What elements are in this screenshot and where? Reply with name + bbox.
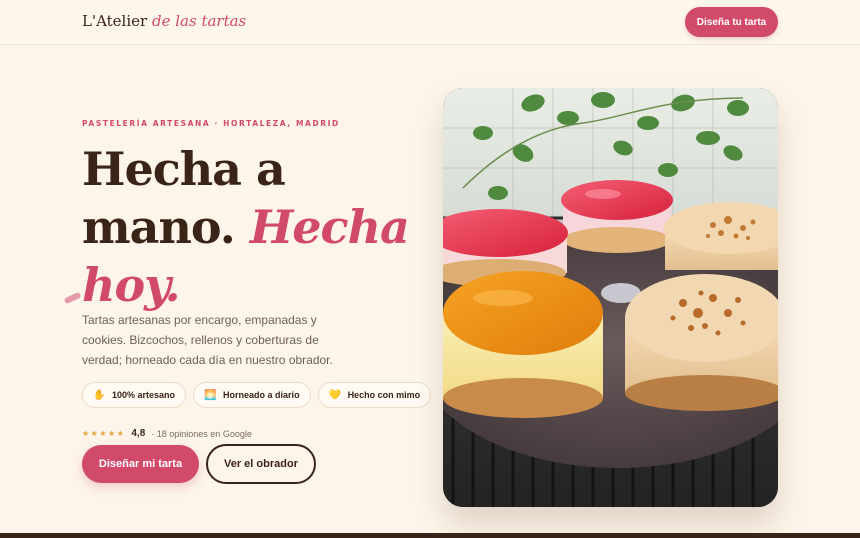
design-cake-header-button[interactable]: Diseña tu tarta: [685, 7, 778, 37]
headline-line-3-accent: hoy.: [82, 258, 181, 312]
rating-score: 4,8: [131, 428, 146, 439]
feature-chip-label: Horneado a diario: [223, 390, 300, 400]
brand-name: L'Atelier: [82, 12, 148, 30]
feature-chips: ✋ 100% artesano 🌅 Horneado a diario 💛 He…: [82, 382, 432, 408]
hero-description: Tartas artesanas por encargo, empanadas …: [82, 313, 333, 367]
decorative-swoosh: [63, 291, 82, 305]
headline-line-2-accent: Hecha: [249, 200, 410, 254]
hero-cheesecakes-photo: [443, 88, 778, 507]
brand-name-accent: de las tartas: [151, 12, 247, 30]
feature-chip-horneado: 🌅 Horneado a diario: [193, 382, 311, 408]
heart-icon: 💛: [328, 389, 342, 401]
google-rating: ★★★★★ 4,8 · 18 opiniones en Google: [82, 428, 252, 439]
feature-chip-label: Hecho con mimo: [347, 390, 421, 400]
view-workshop-button[interactable]: Ver el obrador: [206, 444, 316, 484]
footer-strip: [0, 533, 860, 538]
hand-icon: ✋: [93, 389, 106, 401]
rating-reviews: · 18 opiniones en Google: [151, 428, 252, 439]
feature-chip-artesano: ✋ 100% artesano: [82, 382, 187, 408]
headline-line-2: mano.: [82, 200, 236, 254]
headline-line-1: Hecha a: [82, 142, 286, 196]
sunrise-icon: 🌅: [204, 389, 217, 401]
hero-eyebrow: PASTELERÍA ARTESANA · HORTALEZA, MADRID: [82, 119, 340, 128]
brand-logo[interactable]: L'Atelier de las tartas: [82, 12, 246, 30]
hero-headline: Hecha a mano. Hecha hoy.: [82, 140, 422, 314]
site-header: L'Atelier de las tartas Diseña tu tarta: [0, 0, 860, 45]
star-rating-icon: ★★★★★: [82, 429, 126, 438]
feature-chip-label: 100% artesano: [112, 390, 176, 400]
design-cake-button[interactable]: Diseñar mi tarta: [82, 445, 199, 483]
feature-chip-mimo: 💛 Hecho con mimo: [317, 382, 432, 408]
